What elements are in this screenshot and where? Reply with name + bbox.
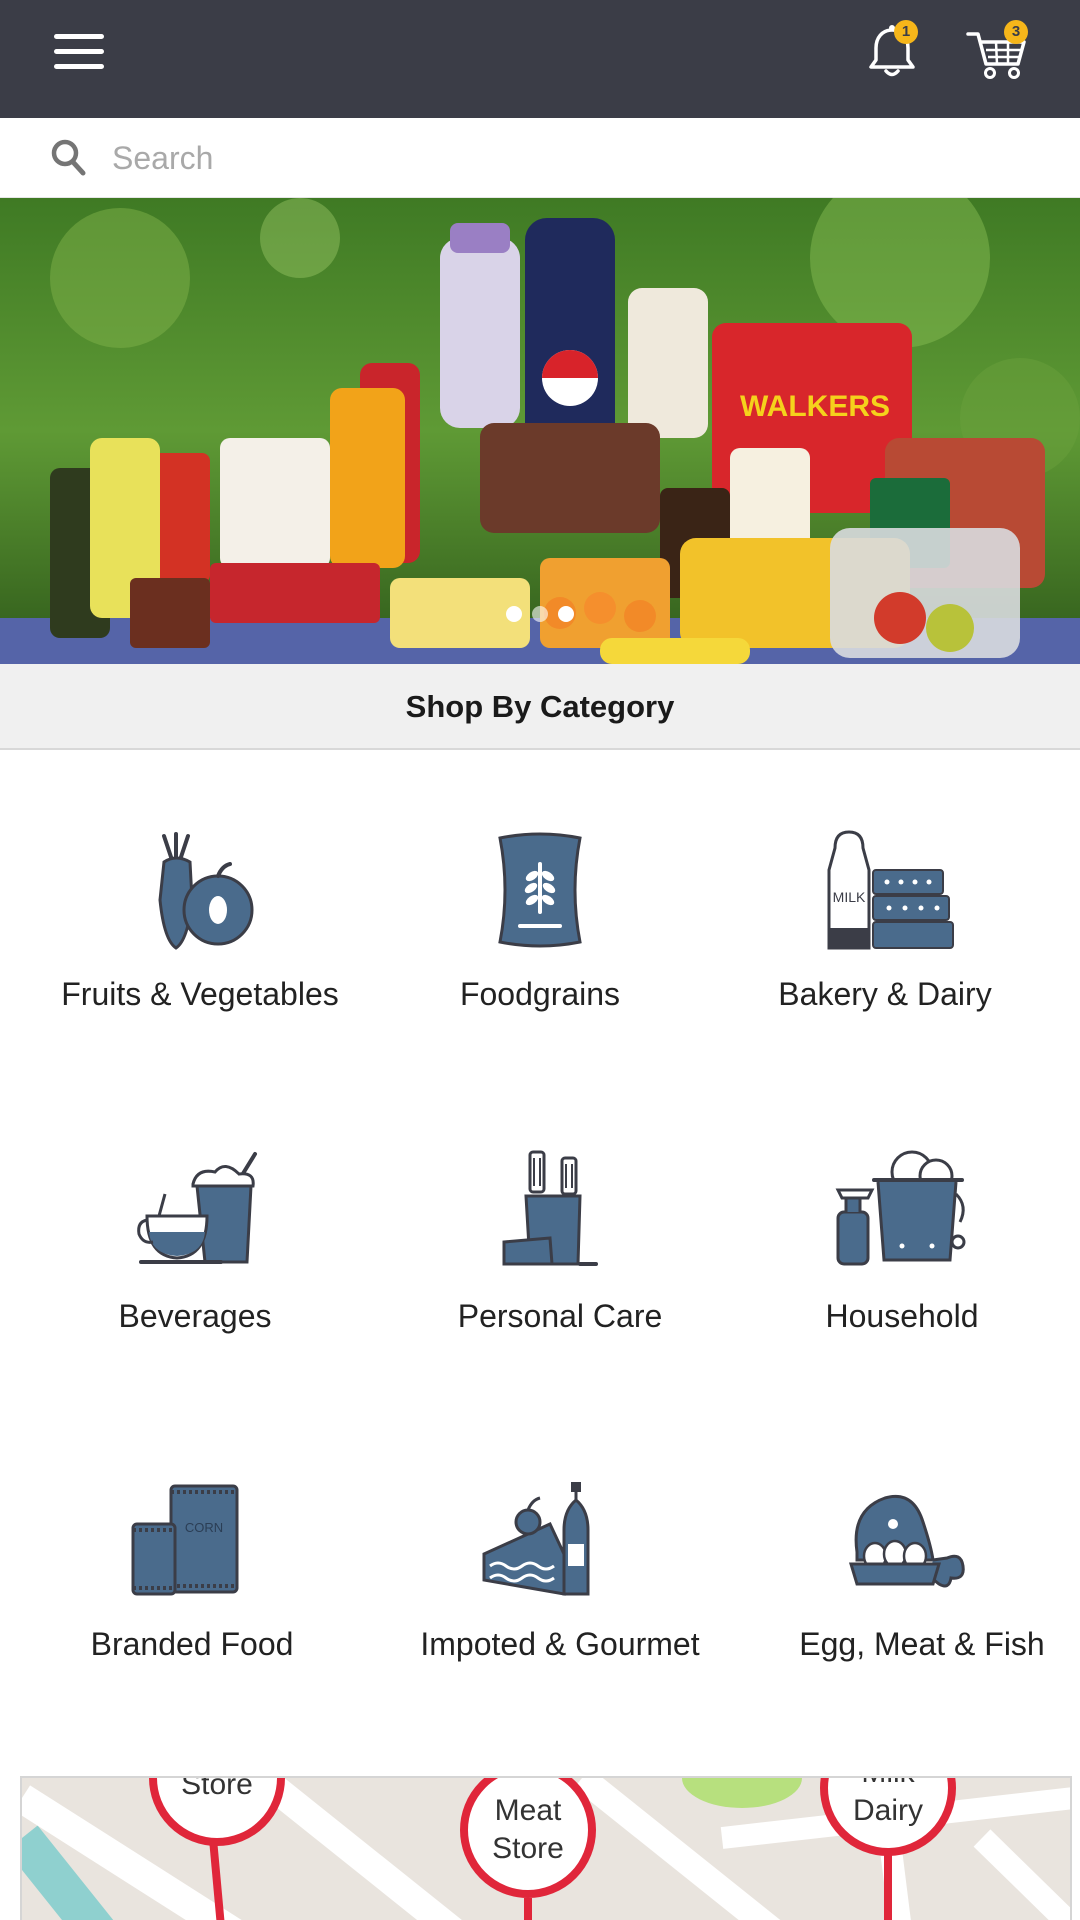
corn-label: CORN	[185, 1520, 223, 1535]
category-personal-care[interactable]: Personal Care	[395, 1150, 725, 1370]
section-title: Shop By Category	[405, 689, 675, 724]
map-pin-store[interactable]: Store	[157, 1778, 277, 1804]
category-household[interactable]: Household	[737, 1150, 1067, 1370]
category-label: Foodgrains	[459, 976, 621, 1012]
category-label: Egg, Meat & Fish	[799, 1626, 1045, 1662]
map-pin-meat-store[interactable]: Meat Store	[483, 1792, 573, 1868]
banner-image: WALKERS	[0, 198, 1080, 664]
imported-gourmet-icon	[482, 1482, 590, 1596]
promo-banner[interactable]: WALKERS	[0, 198, 1080, 664]
map-pin-milk-dairy[interactable]: Milk Dairy	[843, 1778, 933, 1830]
category-label: Impoted & Gourmet	[420, 1626, 700, 1662]
carousel-indicator	[500, 604, 580, 624]
carousel-dot-3[interactable]	[558, 606, 574, 622]
category-branded-food[interactable]: CORN Branded Food	[27, 1480, 357, 1700]
cart-badge: 3	[1004, 20, 1028, 44]
milk-label: MILK	[833, 889, 866, 905]
category-section-header: Shop By Category	[0, 664, 1080, 750]
app-bar: 1 3	[0, 0, 1080, 118]
category-beverages[interactable]: Beverages	[30, 1150, 360, 1370]
category-label: Personal Care	[457, 1298, 663, 1334]
menu-icon[interactable]	[52, 30, 108, 74]
bakery-dairy-icon: MILK	[827, 830, 954, 950]
foodgrains-icon	[498, 832, 582, 948]
carousel-dot-2[interactable]	[532, 606, 548, 622]
category-label: Fruits & Vegetables	[61, 976, 339, 1012]
category-foodgrains[interactable]: Foodgrains	[375, 830, 705, 1050]
personal-care-icon	[502, 1150, 598, 1266]
egg-meat-fish-icon	[848, 1495, 965, 1588]
category-imported-gourmet[interactable]: Impoted & Gourmet	[395, 1480, 725, 1700]
fruits-vegetables-icon	[158, 832, 254, 950]
notification-badge: 1	[894, 20, 918, 44]
svg-text:WALKERS: WALKERS	[740, 390, 890, 423]
category-label: Bakery & Dairy	[778, 976, 992, 1012]
category-label: Household	[825, 1298, 979, 1334]
category-label: Branded Food	[90, 1626, 294, 1662]
search-input[interactable]	[112, 132, 1012, 184]
household-icon	[835, 1150, 966, 1266]
category-bakery-dairy[interactable]: MILK Bakery & Dairy	[720, 830, 1050, 1050]
category-label: Beverages	[118, 1298, 272, 1334]
category-egg-meat-fish[interactable]: Egg, Meat & Fish	[757, 1480, 1080, 1700]
cart-button[interactable]: 3	[964, 20, 1036, 84]
beverages-icon	[137, 1152, 257, 1264]
notification-button[interactable]: 1	[860, 20, 924, 84]
branded-food-icon: CORN	[131, 1484, 239, 1596]
carousel-dot-1[interactable]	[506, 606, 522, 622]
search-icon	[51, 139, 86, 176]
category-fruits-vegetables[interactable]: Fruits & Vegetables	[35, 830, 365, 1050]
search-bar	[0, 118, 1080, 198]
store-map[interactable]: Store Meat Store Milk Dairy	[20, 1776, 1072, 1920]
